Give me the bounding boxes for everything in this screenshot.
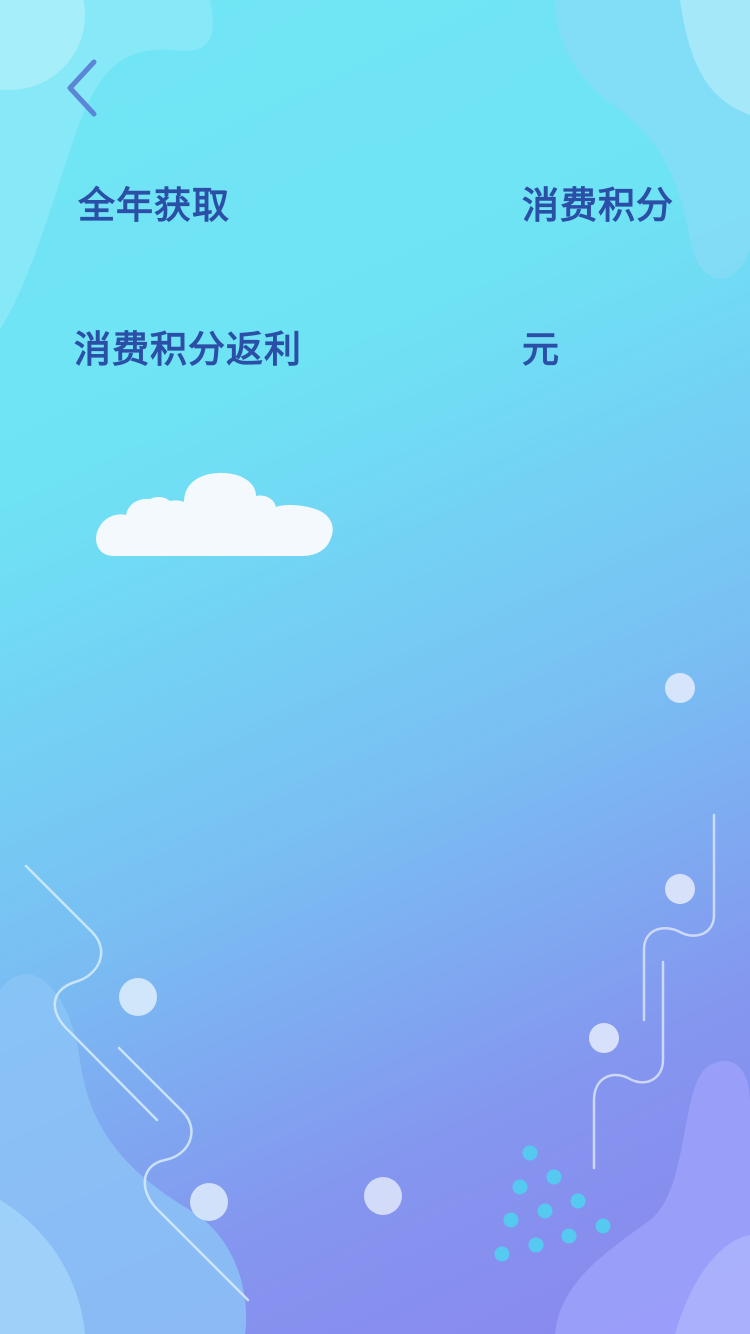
bubble (589, 1023, 619, 1053)
rebate-amount-unit: 元 (522, 328, 560, 371)
annual-earned-label: 全年获取 (78, 184, 230, 227)
bubble (364, 1177, 402, 1215)
bubble (190, 1183, 228, 1221)
bubble (119, 978, 157, 1016)
bubble (665, 874, 695, 904)
consumption-points-value: 消费积分 (522, 184, 674, 227)
squiggle-line-right-1 (642, 813, 716, 1022)
points-rebate-label: 消费积分返利 (74, 328, 302, 371)
chevron-left-icon (67, 59, 97, 117)
back-button[interactable] (52, 52, 112, 124)
cloud-icon (92, 466, 336, 562)
bubble (665, 673, 695, 703)
squiggle-line-right-2 (592, 960, 665, 1170)
